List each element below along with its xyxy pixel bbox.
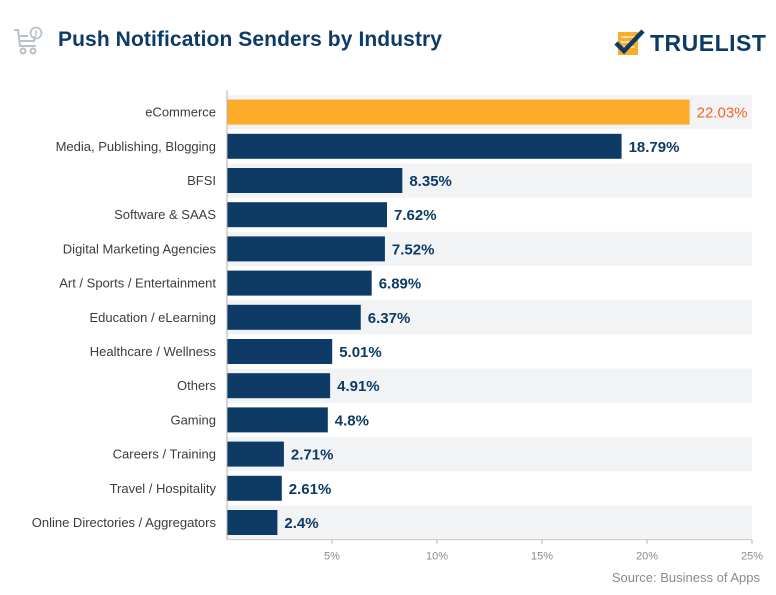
value-label: 7.52%	[392, 241, 435, 258]
value-label: 18.79%	[629, 139, 680, 156]
value-label: 8.35%	[409, 173, 452, 190]
category-label: Art / Sports / Entertainment	[59, 276, 216, 291]
category-label: Travel / Hospitality	[110, 481, 217, 496]
value-label: 2.61%	[289, 481, 332, 498]
bar	[227, 270, 372, 296]
x-tick-label: 25%	[741, 551, 763, 563]
x-tick-label: 10%	[426, 551, 448, 563]
category-label: Media, Publishing, Blogging	[56, 139, 216, 154]
value-label: 2.71%	[291, 447, 334, 464]
bar	[227, 339, 333, 364]
x-tick-label: 15%	[531, 551, 553, 563]
value-label: 22.03%	[697, 105, 748, 122]
x-tick-label: 20%	[636, 551, 658, 563]
bar	[227, 441, 284, 467]
value-label: 4.8%	[335, 412, 369, 429]
value-label: 4.91%	[337, 378, 380, 395]
category-label: Online Directories / Aggregators	[32, 515, 217, 530]
bar-chart: eCommerce 22.03% Media, Publishing, Bloggi…	[32, 90, 763, 563]
value-label: 2.4%	[284, 515, 318, 532]
value-label: 5.01%	[339, 344, 382, 361]
category-label: Education / eLearning	[90, 310, 216, 325]
value-label: 7.62%	[394, 207, 437, 224]
bar	[227, 373, 331, 399]
category-label: Digital Marketing Agencies	[63, 241, 217, 256]
bar	[227, 475, 282, 501]
category-label: Healthcare / Wellness	[90, 344, 217, 359]
bar	[227, 99, 690, 125]
bar	[227, 133, 622, 159]
category-label: Others	[177, 378, 217, 393]
bar	[227, 202, 388, 228]
source-note: Source: Business of Apps	[611, 570, 760, 585]
bar	[227, 510, 278, 535]
value-label: 6.89%	[379, 276, 422, 293]
bar	[227, 304, 361, 330]
category-label: Software & SAAS	[114, 207, 216, 222]
category-label: BFSI	[187, 173, 216, 188]
bar	[227, 168, 403, 193]
bar	[227, 407, 328, 433]
x-tick-label: 5%	[324, 551, 340, 563]
category-label: Careers / Training	[113, 447, 216, 462]
category-label: eCommerce	[145, 105, 216, 120]
category-label: Gaming	[170, 412, 216, 427]
value-label: 6.37%	[368, 310, 411, 327]
bar	[227, 236, 385, 262]
